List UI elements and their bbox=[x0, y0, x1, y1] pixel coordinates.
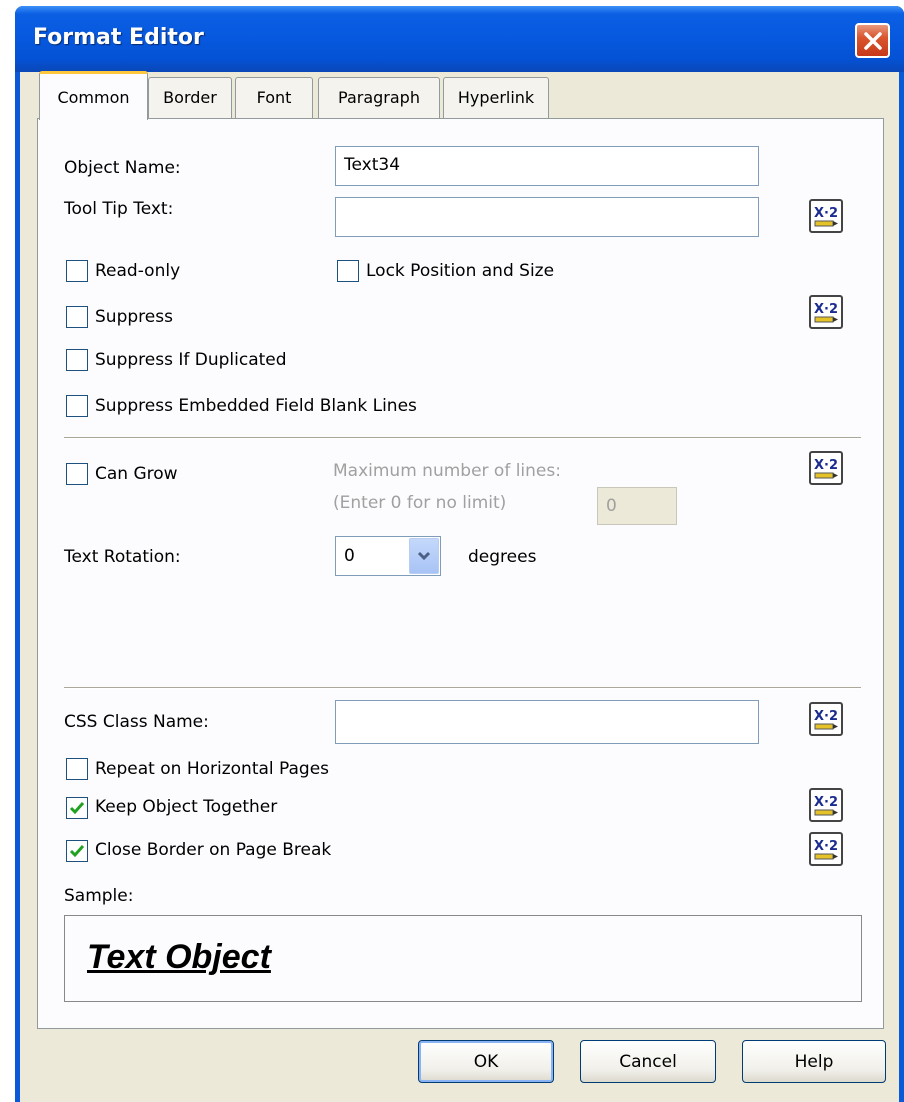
section-divider bbox=[64, 687, 861, 689]
tab-paragraph[interactable]: Paragraph bbox=[318, 77, 440, 119]
can-grow-checkbox[interactable] bbox=[66, 463, 88, 485]
check-mark-icon bbox=[69, 845, 85, 858]
close-border-formula-button[interactable]: X·2 bbox=[809, 832, 843, 866]
close-border-label: Close Border on Page Break bbox=[95, 840, 332, 860]
close-icon bbox=[863, 31, 882, 50]
keep-together-checkbox[interactable] bbox=[66, 797, 88, 819]
suppress-label: Suppress bbox=[95, 307, 173, 327]
cancel-button-label: Cancel bbox=[619, 1052, 677, 1072]
svg-text:X·2: X·2 bbox=[814, 206, 838, 221]
text-rotation-value: 0 bbox=[344, 546, 355, 566]
svg-text:X·2: X·2 bbox=[814, 795, 838, 810]
formula-icon: X·2 bbox=[814, 839, 838, 860]
css-class-label: CSS Class Name: bbox=[64, 712, 209, 732]
tooltip-text-input[interactable] bbox=[335, 197, 759, 237]
tab-hyperlink[interactable]: Hyperlink bbox=[443, 77, 549, 119]
title-bar[interactable]: Format Editor bbox=[15, 6, 904, 72]
formula-icon: X·2 bbox=[814, 458, 838, 479]
can-grow-formula-button[interactable]: X·2 bbox=[809, 451, 843, 485]
repeat-horizontal-checkbox[interactable] bbox=[66, 758, 88, 780]
suppress-if-duplicated-label: Suppress If Duplicated bbox=[95, 350, 287, 370]
object-name-input[interactable]: Text34 bbox=[335, 146, 759, 186]
degrees-label: degrees bbox=[468, 547, 537, 567]
tab-common-label: Common bbox=[57, 88, 130, 107]
formula-icon: X·2 bbox=[814, 795, 838, 816]
lock-position-label: Lock Position and Size bbox=[366, 261, 555, 281]
suppress-formula-button[interactable]: X·2 bbox=[809, 295, 843, 329]
svg-text:X·2: X·2 bbox=[814, 302, 838, 317]
suppress-checkbox[interactable] bbox=[66, 306, 88, 328]
tooltip-text-label: Tool Tip Text: bbox=[64, 199, 174, 219]
css-class-formula-button[interactable]: X·2 bbox=[809, 702, 843, 736]
tooltip-formula-button[interactable]: X·2 bbox=[809, 199, 843, 233]
tab-common[interactable]: Common bbox=[39, 71, 148, 120]
svg-text:X·2: X·2 bbox=[814, 709, 838, 724]
suppress-if-duplicated-checkbox[interactable] bbox=[66, 349, 88, 371]
object-name-label: Object Name: bbox=[64, 158, 181, 178]
max-lines-label: Maximum number of lines: bbox=[333, 461, 561, 481]
svg-text:X·2: X·2 bbox=[814, 458, 838, 473]
formula-icon: X·2 bbox=[814, 709, 838, 730]
read-only-checkbox[interactable] bbox=[66, 260, 88, 282]
tab-font-label: Font bbox=[256, 88, 292, 107]
svg-text:X·2: X·2 bbox=[814, 839, 838, 854]
can-grow-label: Can Grow bbox=[95, 464, 178, 484]
tab-border-label: Border bbox=[163, 88, 217, 107]
object-name-value: Text34 bbox=[344, 155, 401, 175]
formula-icon: X·2 bbox=[814, 206, 838, 227]
suppress-blank-lines-checkbox[interactable] bbox=[66, 395, 88, 417]
close-button[interactable] bbox=[855, 23, 890, 58]
window-title: Format Editor bbox=[33, 25, 204, 50]
repeat-horizontal-label: Repeat on Horizontal Pages bbox=[95, 759, 330, 779]
max-lines-hint: (Enter 0 for no limit) bbox=[333, 493, 507, 513]
ok-button-label: OK bbox=[473, 1052, 499, 1072]
suppress-blank-lines-label: Suppress Embedded Field Blank Lines bbox=[95, 396, 417, 416]
lock-position-checkbox[interactable] bbox=[337, 260, 359, 282]
ok-button[interactable]: OK bbox=[418, 1040, 554, 1083]
text-rotation-select[interactable]: 0 bbox=[335, 536, 441, 576]
help-button-label: Help bbox=[794, 1052, 834, 1072]
sample-preview: Text Object bbox=[64, 915, 862, 1002]
sample-text: Text Object bbox=[87, 938, 271, 976]
cancel-button[interactable]: Cancel bbox=[580, 1040, 716, 1083]
tab-border[interactable]: Border bbox=[148, 77, 232, 119]
section-divider bbox=[64, 437, 861, 439]
sample-label: Sample: bbox=[64, 886, 134, 906]
max-lines-value: 0 bbox=[606, 496, 617, 516]
close-border-checkbox[interactable] bbox=[66, 840, 88, 862]
keep-together-label: Keep Object Together bbox=[95, 797, 278, 817]
chevron-down-icon bbox=[417, 551, 431, 561]
tab-hyperlink-label: Hyperlink bbox=[457, 88, 535, 107]
keep-together-formula-button[interactable]: X·2 bbox=[809, 788, 843, 822]
tab-font[interactable]: Font bbox=[235, 77, 313, 119]
help-button[interactable]: Help bbox=[742, 1040, 886, 1083]
text-rotation-label: Text Rotation: bbox=[64, 547, 181, 567]
formula-icon: X·2 bbox=[814, 302, 838, 323]
check-mark-icon bbox=[69, 802, 85, 815]
tab-paragraph-label: Paragraph bbox=[338, 88, 420, 107]
dropdown-button[interactable] bbox=[409, 538, 439, 574]
common-tab-panel bbox=[37, 118, 884, 1029]
css-class-input[interactable] bbox=[335, 700, 759, 744]
read-only-label: Read-only bbox=[95, 261, 181, 281]
max-lines-input[interactable]: 0 bbox=[597, 487, 677, 525]
